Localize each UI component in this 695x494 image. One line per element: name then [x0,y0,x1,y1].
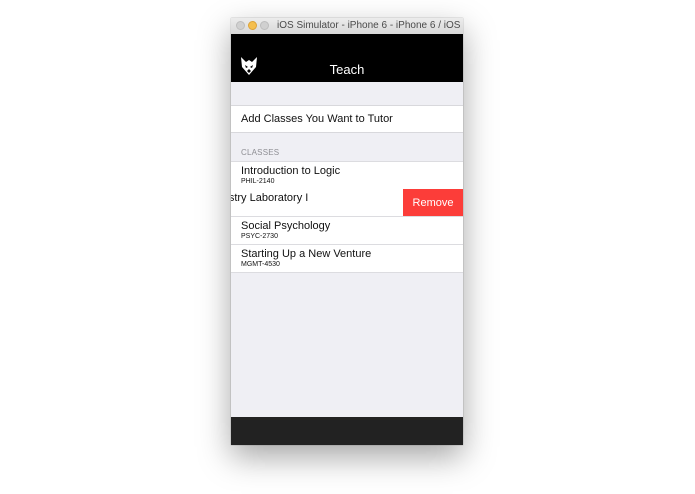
add-classes-row[interactable]: Add Classes You Want to Tutor [231,105,463,133]
class-row-swiped[interactable]: hemistry Laboratory I Remove [231,189,463,217]
class-code: PSYC-2730 [241,233,278,240]
navigation-bar: Teach [231,34,463,82]
class-name: Social Psychology [241,220,331,232]
add-classes-label: Add Classes You Want to Tutor [241,113,393,125]
simulator-window: iOS Simulator - iPhone 6 - iPhone 6 / iO… [231,18,463,445]
class-code: MGMT-4530 [241,261,280,268]
class-name: hemistry Laboratory I [231,192,309,204]
section-header: CLASSES [241,148,280,157]
window-titlebar: iOS Simulator - iPhone 6 - iPhone 6 / iO… [231,18,463,35]
class-row[interactable]: Introduction to Logic PHIL-2140 [231,161,463,190]
class-row[interactable]: Starting Up a New Venture MGMT-4530 [231,245,463,273]
class-code: PHIL-2140 [241,178,275,185]
remove-button[interactable]: Remove [403,189,463,216]
nav-title: Teach [329,62,365,77]
close-window-button[interactable] [236,21,245,30]
maximize-window-button[interactable] [260,21,269,30]
window-title: iOS Simulator - iPhone 6 - iPhone 6 / iO… [277,20,463,31]
class-row[interactable]: Social Psychology PSYC-2730 [231,217,463,245]
minimize-window-button[interactable] [248,21,257,30]
class-name: Starting Up a New Venture [241,248,372,260]
class-name: Introduction to Logic [241,165,341,177]
bottom-bar [231,417,463,445]
